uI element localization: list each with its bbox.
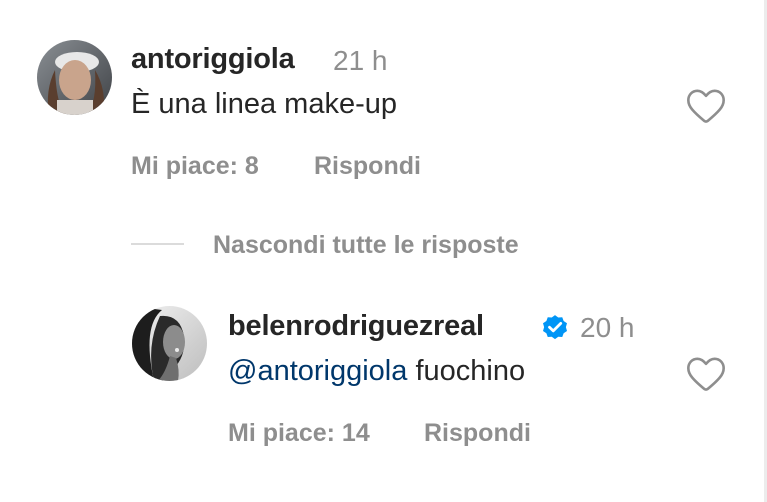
reply-text: fuochino	[407, 355, 526, 387]
comment-text: È una linea make-up	[131, 88, 397, 120]
like-count-link[interactable]: Mi piace: 14	[228, 419, 370, 448]
avatar-image	[37, 40, 112, 115]
reply-timestamp[interactable]: 20 h	[580, 312, 635, 344]
reply-text-line: @antoriggiola fuochino	[228, 355, 525, 388]
mention-link[interactable]: @antoriggiola	[228, 355, 407, 387]
reply-button[interactable]: Rispondi	[314, 152, 421, 181]
avatar-antoriggiola[interactable]	[37, 40, 112, 115]
reply-button[interactable]: Rispondi	[424, 419, 531, 448]
avatar-belenrodriguezreal[interactable]	[132, 306, 207, 381]
comments-panel: antoriggiola 21 h È una linea make-up Mi…	[0, 0, 767, 502]
reply-username[interactable]: belenrodriguezreal	[228, 310, 484, 343]
verified-badge-icon	[543, 315, 567, 340]
hide-replies-button[interactable]: Nascondi tutte le risposte	[213, 231, 519, 260]
like-count-link[interactable]: Mi piace: 8	[131, 152, 259, 181]
avatar-image	[132, 306, 207, 381]
thread-divider-line	[131, 243, 184, 245]
heart-outline-icon[interactable]	[686, 88, 726, 124]
heart-outline-icon[interactable]	[686, 356, 726, 392]
comment-username[interactable]: antoriggiola	[131, 43, 295, 76]
comment-timestamp[interactable]: 21 h	[333, 45, 388, 77]
